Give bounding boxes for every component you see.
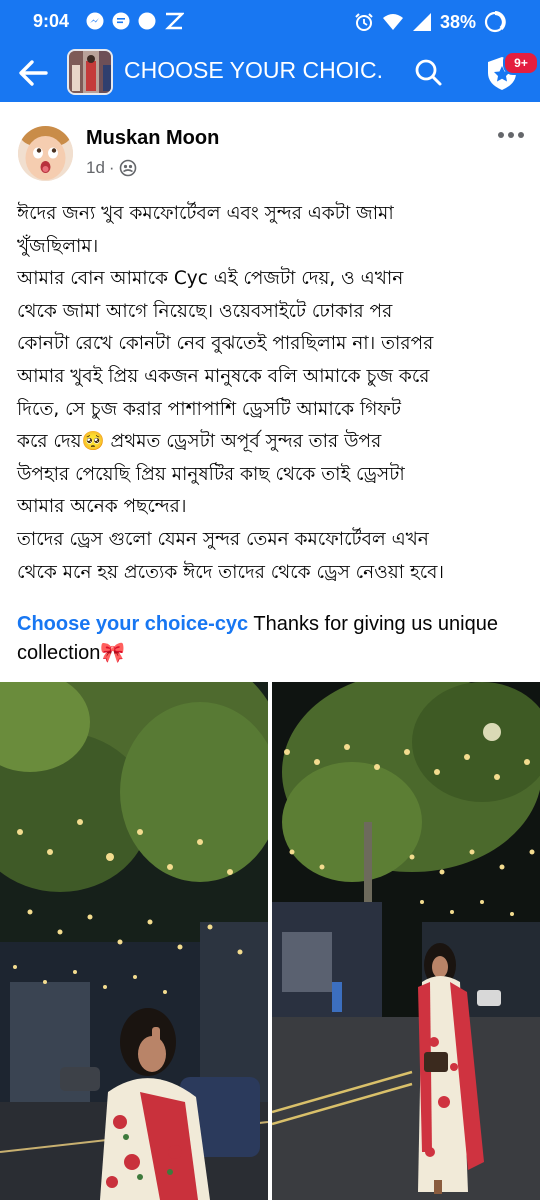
chat-bubble-icon — [112, 12, 130, 30]
more-options-icon[interactable] — [496, 128, 526, 142]
page-thumbnail[interactable] — [67, 49, 113, 95]
battery-icon — [484, 11, 506, 33]
dot-icon — [138, 12, 156, 30]
notification-badge: 9+ — [503, 51, 539, 75]
alarm-icon — [355, 13, 373, 31]
status-time: 9:04 — [33, 11, 70, 31]
status-bar: 9:04 38% — [0, 0, 540, 44]
author-name[interactable]: Muskan Moon — [86, 127, 219, 150]
wifi-icon — [382, 14, 403, 30]
friends-icon — [119, 159, 136, 177]
post-photo-left[interactable] — [0, 682, 268, 1200]
page-link[interactable]: Choose your choice-cyc — [17, 613, 248, 635]
post-body-text: ঈদের জন্য খুব কমফোর্টেবল এবং সুন্দর একটা… — [17, 203, 445, 583]
app-bar: CHOOSE YOUR CHOIC... — [0, 44, 540, 102]
post-meta: 1d · — [86, 158, 137, 178]
notification-icons — [86, 12, 184, 30]
post-photo-right[interactable] — [272, 682, 540, 1200]
page-title: CHOOSE YOUR CHOIC... — [124, 57, 384, 83]
zero-rating-icon — [165, 12, 184, 30]
messenger-icon — [86, 12, 104, 30]
battery-percent: 38% — [439, 11, 476, 32]
back-arrow-icon[interactable] — [16, 57, 50, 89]
signal-icon — [412, 13, 431, 31]
search-icon[interactable] — [412, 56, 444, 88]
post-time[interactable]: 1d — [86, 158, 105, 178]
avatar[interactable] — [18, 126, 73, 181]
post-caption: Choose your choice-cyc Thanks for giving… — [17, 610, 527, 668]
post-card: Muskan Moon 1d · ঈদের জন্য খুব কমফোর্টেব… — [0, 102, 540, 1200]
system-icons: 38% — [354, 11, 506, 33]
meta-separator: · — [108, 158, 115, 177]
